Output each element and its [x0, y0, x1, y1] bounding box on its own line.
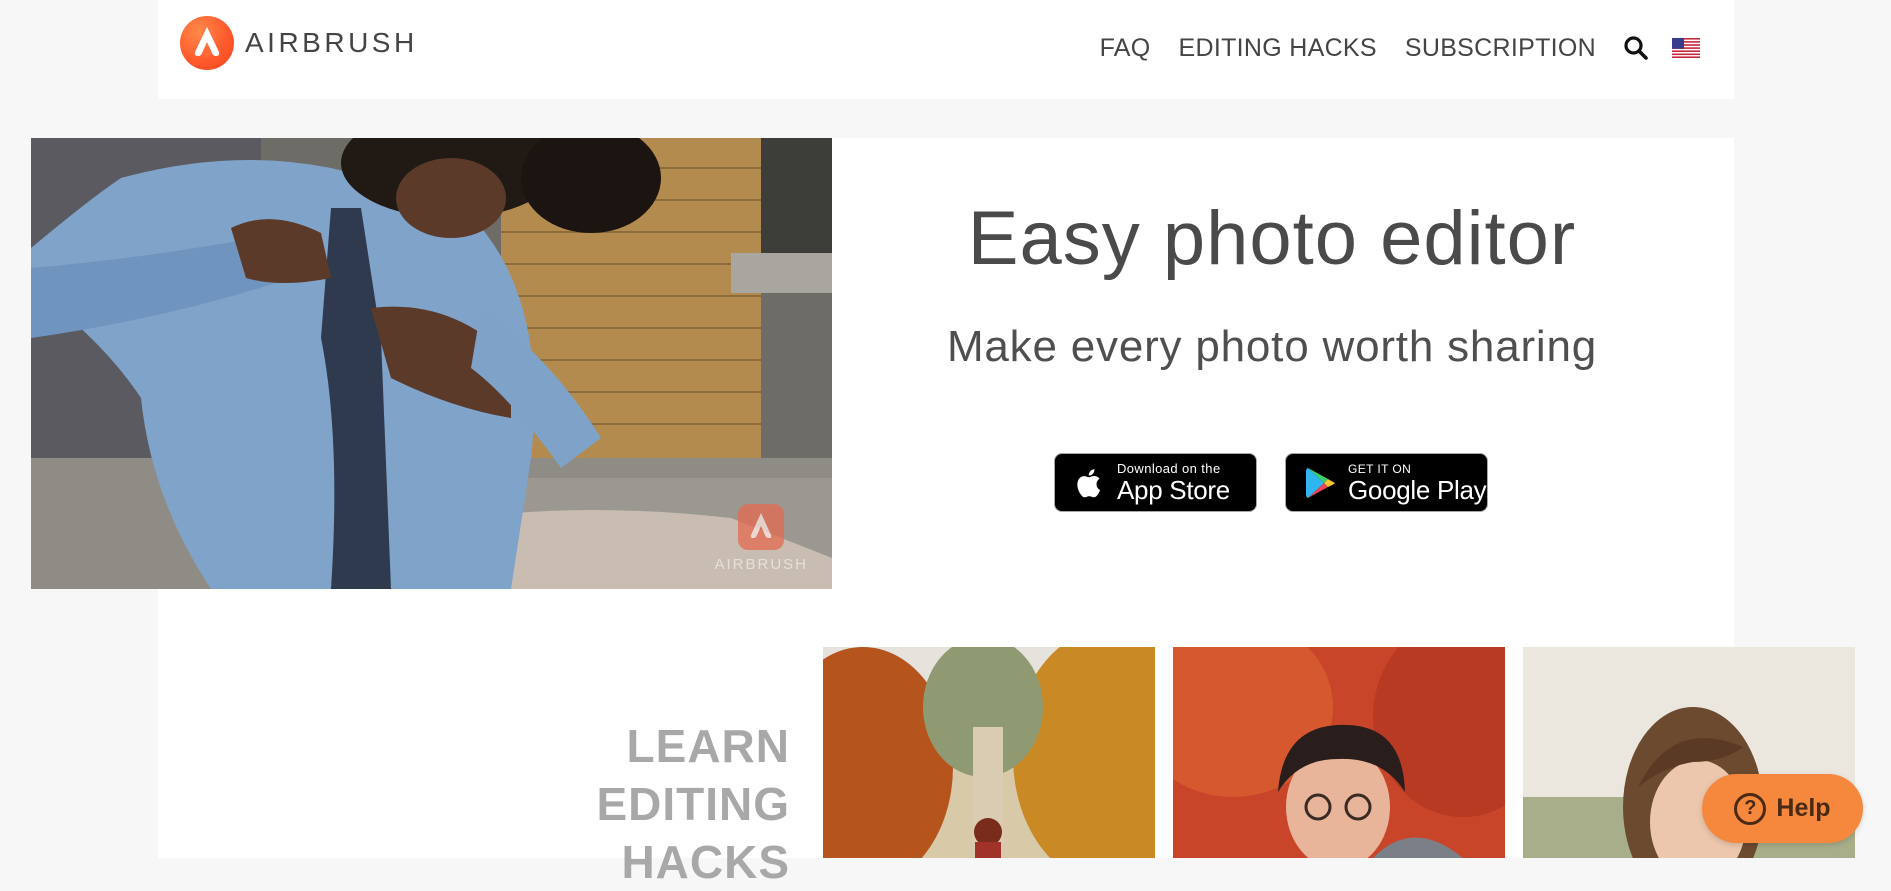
us-flag-icon[interactable]: [1672, 38, 1700, 58]
search-icon[interactable]: [1622, 34, 1650, 62]
help-label: Help: [1776, 794, 1831, 822]
hacks-title-line: EDITING: [596, 778, 790, 830]
main-nav: FAQ EDITING HACKS SUBSCRIPTION: [1100, 28, 1734, 68]
app-store-big-text: App Store: [1117, 475, 1230, 505]
hero-subtitle: Make every photo worth sharing: [946, 322, 1598, 371]
google-play-big-text: Google Play: [1348, 474, 1487, 505]
hacks-section-title: LEARN EDITING HACKS: [560, 717, 790, 891]
hack-card-smiling-woman[interactable]: [1173, 647, 1505, 858]
apple-icon: [1077, 468, 1101, 497]
site-header: AIRBRUSH FAQ EDITING HACKS SUBSCRIPTION: [158, 0, 1734, 99]
video-watermark: AIRBRUSH: [714, 504, 808, 573]
watermark-logo-icon: [738, 504, 785, 550]
google-play-button[interactable]: GET IT ON Google Play: [1285, 453, 1488, 512]
google-play-small-text: GET IT ON: [1348, 461, 1412, 476]
hacks-title-line: LEARN: [626, 720, 790, 772]
hack-card-autumn-forest[interactable]: [823, 647, 1155, 858]
watermark-text: AIRBRUSH: [714, 556, 808, 573]
airbrush-logo[interactable]: AIRBRUSH: [180, 16, 418, 70]
logo-text: AIRBRUSH: [245, 27, 418, 58]
hacks-title-line: HACKS: [621, 836, 790, 888]
hero-title: Easy photo editor: [967, 196, 1577, 281]
app-store-small-text: Download on the: [1117, 461, 1221, 476]
question-mark-icon: ?: [1734, 792, 1767, 825]
nav-faq[interactable]: FAQ: [1100, 34, 1151, 63]
nav-subscription[interactable]: SUBSCRIPTION: [1405, 34, 1596, 63]
hero-video[interactable]: AIRBRUSH: [31, 138, 832, 589]
app-store-button[interactable]: Download on the App Store: [1054, 453, 1257, 512]
help-button[interactable]: ? Help: [1702, 774, 1863, 843]
google-play-icon: [1306, 467, 1335, 498]
nav-editing-hacks[interactable]: EDITING HACKS: [1179, 34, 1377, 63]
airbrush-logo-icon: [180, 16, 234, 70]
